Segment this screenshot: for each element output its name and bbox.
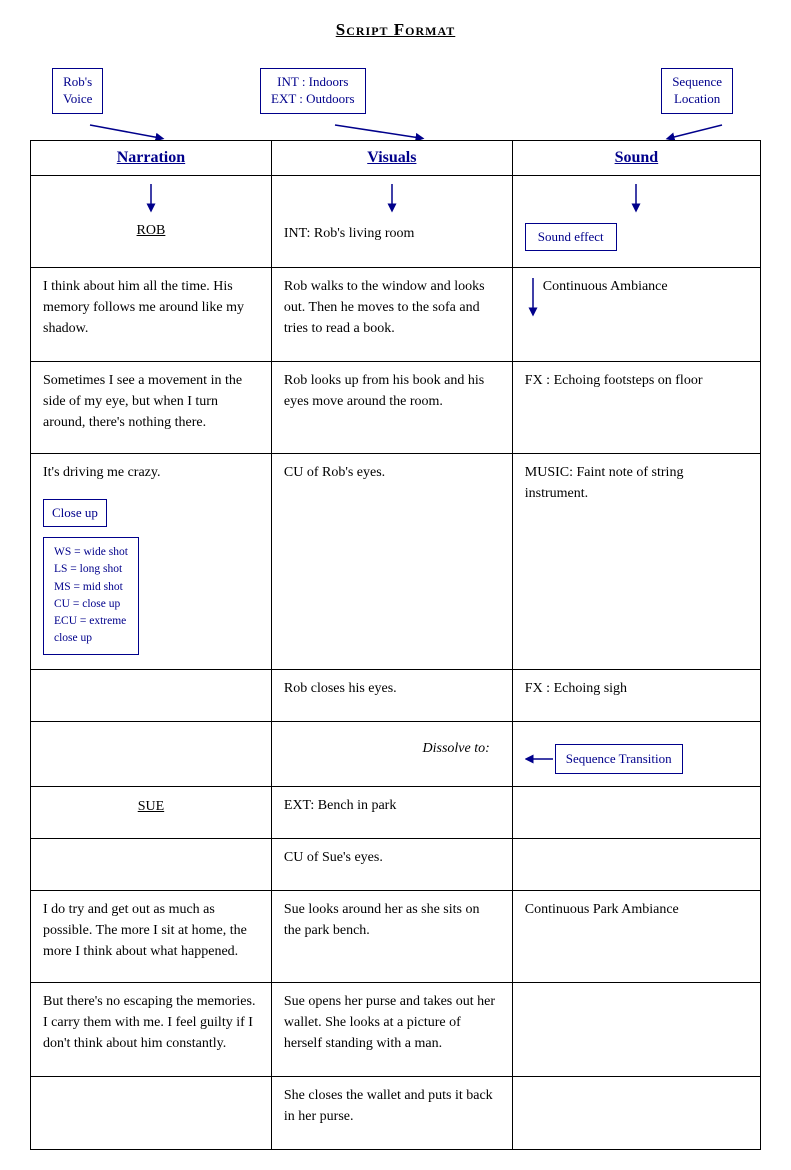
closeup-detail-box: WS = wide shot LS = long shot MS = mid s…	[43, 537, 139, 655]
narration-cell	[31, 1076, 272, 1149]
visuals-cell: CU of Rob's eyes.	[271, 454, 512, 670]
header-visuals: Visuals	[271, 141, 512, 176]
visual-item: INT: Rob's living room	[284, 223, 500, 244]
visuals-cell: Rob walks to the window and looks out. T…	[271, 268, 512, 362]
sound-cell: MUSIC: Faint note of string instrument.	[512, 454, 760, 670]
sound-effect-box: Sound effect	[525, 223, 617, 251]
visual-item: Rob looks up from his book and his eyes …	[284, 370, 500, 412]
table-row: I do try and get out as much as possible…	[31, 890, 761, 982]
sound-cell: Sequence Transition	[512, 721, 760, 786]
visual-item: She closes the wallet and puts it back i…	[284, 1085, 500, 1127]
sound-item: FX : Echoing sigh	[525, 678, 748, 699]
sound-item: Continuous Ambiance	[543, 276, 668, 297]
narration-cell: SUE	[31, 786, 272, 838]
narration-para: I think about him all the time. His memo…	[43, 276, 259, 339]
sound-cell: FX : Echoing sigh	[512, 669, 760, 721]
table-row: CU of Sue's eyes.	[31, 838, 761, 890]
narration-para: It's driving me crazy.	[43, 462, 259, 483]
annotation-sequence-location: SequenceLocation	[661, 68, 733, 114]
visuals-cell: Rob looks up from his book and his eyes …	[271, 362, 512, 454]
annotation-arrows	[30, 60, 761, 140]
annotation-int-ext: INT : IndoorsEXT : Outdoors	[260, 68, 366, 114]
header-narration: Narration	[31, 141, 272, 176]
visuals-cell: She closes the wallet and puts it back i…	[271, 1076, 512, 1149]
table-row: She closes the wallet and puts it back i…	[31, 1076, 761, 1149]
visuals-cell: CU of Sue's eyes.	[271, 838, 512, 890]
table-row: Sometimes I see a movement in the side o…	[31, 362, 761, 454]
sound-item: MUSIC: Faint note of string instrument.	[525, 462, 748, 504]
table-row: Rob closes his eyes. FX : Echoing sigh	[31, 669, 761, 721]
visuals-cell: Sue looks around her as she sits on the …	[271, 890, 512, 982]
sound-cell	[512, 786, 760, 838]
visual-item: Sue looks around her as she sits on the …	[284, 899, 500, 941]
sound-item: Continuous Park Ambiance	[525, 899, 748, 920]
table-row: ROB INT: Rob's living room Sound effect	[31, 176, 761, 268]
page-title: Script Format	[30, 20, 761, 40]
narration-cell: ROB	[31, 176, 272, 268]
arrow-down-narration	[145, 184, 157, 214]
char-name-rob: ROB	[43, 223, 259, 239]
visual-item: EXT: Bench in park	[284, 795, 500, 816]
narration-cell: But there's no escaping the memories. I …	[31, 982, 272, 1076]
table-row: Dissolve to: Sequence Transi	[31, 721, 761, 786]
visuals-cell: INT: Rob's living room	[271, 176, 512, 268]
sound-cell: Continuous Park Ambiance	[512, 890, 760, 982]
arrow-down-visuals	[386, 184, 398, 214]
narration-cell: I do try and get out as much as possible…	[31, 890, 272, 982]
sequence-transition-box: Sequence Transition	[555, 744, 683, 774]
sound-cell: Sound effect	[512, 176, 760, 268]
visual-item: Rob closes his eyes.	[284, 678, 500, 699]
narration-cell: I think about him all the time. His memo…	[31, 268, 272, 362]
narration-cell	[31, 669, 272, 721]
narration-cell	[31, 838, 272, 890]
narration-para: Sometimes I see a movement in the side o…	[43, 370, 259, 433]
arrow-seq-transition	[525, 751, 555, 767]
char-name-sue: SUE	[43, 799, 259, 815]
script-table: Narration Visuals Sound	[30, 140, 761, 1150]
sound-cell	[512, 982, 760, 1076]
narration-cell: Sometimes I see a movement in the side o…	[31, 362, 272, 454]
visual-item: Sue opens her purse and takes out her wa…	[284, 991, 500, 1054]
table-row: I think about him all the time. His memo…	[31, 268, 761, 362]
sound-cell: Continuous Ambiance	[512, 268, 760, 362]
narration-cell: It's driving me crazy. Close up WS = wid…	[31, 454, 272, 670]
visuals-cell: EXT: Bench in park	[271, 786, 512, 838]
table-row: But there's no escaping the memories. I …	[31, 982, 761, 1076]
visuals-cell: Dissolve to:	[271, 721, 512, 786]
sound-item: FX : Echoing footsteps on floor	[525, 370, 748, 391]
visual-item-italic: Dissolve to:	[284, 738, 500, 759]
narration-para: But there's no escaping the memories. I …	[43, 991, 259, 1054]
arrow-continuous-ambiance	[525, 278, 541, 318]
visual-item: CU of Rob's eyes.	[284, 462, 500, 483]
narration-cell	[31, 721, 272, 786]
visual-item: CU of Sue's eyes.	[284, 847, 500, 868]
table-row: SUE EXT: Bench in park	[31, 786, 761, 838]
narration-para: I do try and get out as much as possible…	[43, 899, 259, 962]
sound-cell	[512, 1076, 760, 1149]
header-sound: Sound	[512, 141, 760, 176]
visuals-cell: Rob closes his eyes.	[271, 669, 512, 721]
visual-item: Rob walks to the window and looks out. T…	[284, 276, 500, 339]
sound-cell: FX : Echoing footsteps on floor	[512, 362, 760, 454]
sound-cell	[512, 838, 760, 890]
annotation-robs-voice: Rob'sVoice	[52, 68, 103, 114]
visuals-cell: Sue opens her purse and takes out her wa…	[271, 982, 512, 1076]
arrow-down-sound	[630, 184, 642, 214]
table-row: It's driving me crazy. Close up WS = wid…	[31, 454, 761, 670]
closeup-label: Close up	[43, 499, 107, 527]
